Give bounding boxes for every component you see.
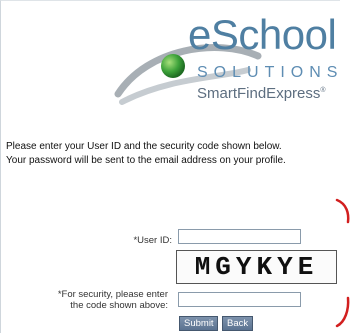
product-name-text: SmartFindExpress	[197, 85, 321, 102]
captcha-image: MGYKYE	[176, 250, 337, 284]
annotation-bracket	[335, 198, 350, 328]
user-id-input[interactable]	[178, 229, 301, 244]
instructions-line-1: Please enter your User ID and the securi…	[6, 141, 282, 152]
instructions: Please enter your User ID and the securi…	[6, 140, 346, 168]
brand-name: eSchool	[188, 11, 337, 58]
security-code-input[interactable]	[178, 292, 301, 307]
brand-tagline: SOLUTIONS	[197, 64, 344, 81]
green-sphere-icon	[161, 54, 185, 78]
user-id-label: *User ID:	[133, 235, 172, 246]
product-name: SmartFindExpress®	[197, 85, 326, 102]
registered-mark: ®	[320, 87, 326, 94]
security-label-line-1: *For security, please enter	[57, 289, 168, 300]
back-button[interactable]: Back	[222, 316, 253, 331]
submit-button[interactable]: Submit	[179, 316, 218, 331]
security-label-line-2: the code shown above:	[70, 300, 168, 311]
security-code-label: *For security, please enter the code sho…	[28, 289, 168, 311]
instructions-line-2: Your password will be sent to the email …	[6, 155, 286, 166]
